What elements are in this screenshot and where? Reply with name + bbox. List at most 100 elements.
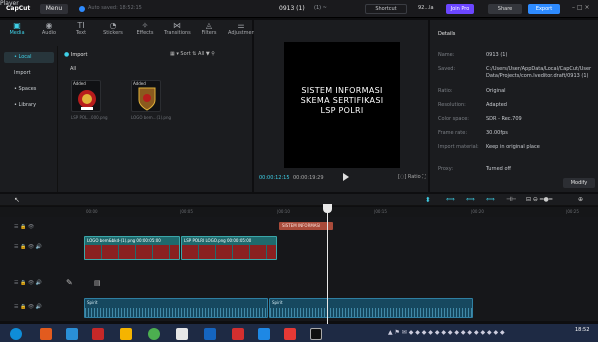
added-badge: Added (73, 81, 86, 86)
media-filename: LOGO bem...(1).png (131, 115, 172, 120)
text-clip[interactable]: SISTEM INFORMASI (279, 222, 333, 230)
shortcut-button[interactable]: Shortcut (365, 4, 407, 14)
audio-clip-spirit-2[interactable]: Spirit (269, 298, 473, 318)
app-icon[interactable] (92, 328, 104, 340)
playhead-handle[interactable] (323, 204, 332, 213)
tab-transitions[interactable]: ⋈ Transitions (164, 21, 191, 37)
tab-text[interactable]: TI Text (68, 21, 94, 37)
filter-all-label: All (70, 66, 77, 72)
player-title: Player (0, 0, 19, 7)
ie-icon[interactable] (66, 328, 78, 340)
split-icon[interactable]: ⊣⊢ (506, 196, 516, 203)
start-icon[interactable] (10, 328, 22, 340)
ruler-label: |00:20 (471, 209, 484, 214)
media-thumb-logo-bem[interactable]: Added (131, 80, 161, 112)
link-icon[interactable]: ⟺ (446, 196, 455, 203)
player-right-controls[interactable]: [◌] Ratio ⛶ (398, 174, 426, 180)
mic-icon[interactable]: ⬍ (425, 196, 431, 204)
snap-icon[interactable]: ⟺ (466, 196, 475, 203)
ruler-label: |00:15 (374, 209, 387, 214)
folder-icon[interactable] (120, 328, 132, 340)
ruler-label: |00:05 (180, 209, 193, 214)
cover-icon[interactable]: ▤ (94, 279, 174, 287)
word-icon[interactable] (204, 328, 216, 340)
zoom-out-icon[interactable]: ⊟ ⊖ ━●━ (526, 196, 552, 203)
clip-label: Spirit (272, 300, 283, 305)
autosave-status: Auto saved: 18:52:15 (88, 5, 142, 11)
preview-screen[interactable] (284, 42, 400, 168)
modify-button[interactable]: Modify (563, 178, 595, 188)
export-button[interactable]: Export (528, 4, 560, 14)
media-tools[interactable]: ▦ ▾ Sort ⇅ All ▼ ⚲ (170, 51, 215, 57)
import-label: Import (70, 52, 88, 58)
sidebar-item-library[interactable]: • Library (4, 100, 54, 111)
tray-icons[interactable]: ▲ ⚑ ✉ ◆ ◆ ◆ ◆ ◆ ◆ ◆ ◆ ◆ ◆ ◆ ◆ ◆ ◆ ◆ (388, 329, 505, 336)
app-icon[interactable] (176, 328, 188, 340)
chrome-icon[interactable] (148, 328, 160, 340)
app-icon[interactable] (284, 328, 296, 340)
media-filename: LSP POL...000.png (71, 115, 108, 120)
tab-effects[interactable]: ✧ Effects (132, 21, 158, 37)
import-button[interactable]: ● Import (64, 51, 87, 58)
sidebar-item-import[interactable]: Import (4, 68, 54, 79)
detail-value: C:/Users/User/AppData/Local/CapCut/User … (486, 66, 592, 79)
tab-stickers[interactable]: ◔ Stickers (100, 22, 126, 37)
media-thumb-lsp[interactable]: Added (71, 80, 101, 112)
detail-key: Name: (438, 52, 455, 58)
ruler-label: |00:10 (277, 209, 290, 214)
title-bar: CapCut Menu Auto saved: 18:52:15 0913 (1… (0, 0, 598, 18)
window-controls[interactable]: – □ × (572, 4, 590, 11)
transitions-icon: ⋈ (173, 21, 181, 30)
user-account[interactable]: 92...la (418, 5, 434, 11)
share-button[interactable]: Share (488, 4, 522, 14)
tab-label: Text (75, 30, 87, 36)
effects-icon: ✧ (141, 21, 149, 30)
preview-axis-icon[interactable]: ⟺ (486, 196, 495, 203)
sidebar-item-spaces[interactable]: • Spaces (4, 84, 54, 95)
tab-media[interactable]: ▣ Media (4, 22, 30, 37)
detail-key: Color space: (438, 116, 469, 122)
join-pro-button[interactable]: Join Pro (446, 4, 474, 14)
tab-audio[interactable]: ◉ Audio (36, 22, 62, 37)
video-clip-logo-bem[interactable]: LOGO bem&bkd-(1).png 00:00:05:00 (84, 236, 180, 260)
sidebar-item-local[interactable]: • Local (4, 52, 54, 63)
tab-label: Adjustment (228, 30, 257, 36)
detail-key: Proxy: (438, 166, 454, 172)
clip-label: LOGO bem&bkd-(1).png 00:00:05:00 (87, 238, 161, 243)
app-icon[interactable] (232, 328, 244, 340)
ratio-dropdown[interactable]: (1) ~ (314, 5, 327, 11)
capcut-taskbar-icon[interactable] (310, 328, 322, 340)
text-icon: TI (77, 21, 85, 30)
tab-label: Effects (136, 30, 154, 36)
select-cursor-icon[interactable]: ↖ (14, 196, 20, 204)
menu-button[interactable]: Menu (40, 4, 68, 14)
preview-text-line1: SISTEM INFORMASI (301, 86, 383, 95)
filters-icon: ◬ (205, 21, 213, 30)
audio-clip-spirit-1[interactable]: Spirit (84, 298, 268, 318)
project-title[interactable]: 0913 (1) (279, 5, 305, 12)
preview-text-line3: LSP POLRI (320, 106, 364, 115)
text-track-controls[interactable]: ☰ 🔒 👁 (14, 224, 94, 230)
autosave-dot-icon (79, 6, 85, 12)
detail-key: Ratio: (438, 88, 453, 94)
tab-filters[interactable]: ◬ Filters (196, 21, 222, 37)
total-time: 00:00:19:29 (293, 175, 324, 181)
preview-text-line2: SKEMA SERTIFIKASI (300, 96, 384, 105)
zoom-in-icon[interactable]: ⊕ (578, 196, 583, 203)
added-badge: Added (133, 81, 146, 86)
video-clip-lsp-polri[interactable]: LSP POLRI LOGO.png 00:00:05:00 (181, 236, 277, 260)
tab-adjustment[interactable]: ⚌ Adjustment (228, 22, 257, 37)
app-icon[interactable] (40, 328, 52, 340)
timeline-toolbar: ↖ ⬍ ⟺ ⟺ ⟺ ⊣⊢ ⊟ ⊖ ━●━ ⊕ (0, 194, 598, 206)
play-icon[interactable] (343, 173, 349, 181)
audio-waveform (85, 308, 267, 317)
details-title: Details (438, 31, 456, 37)
playhead[interactable] (327, 206, 328, 324)
video-track-controls[interactable]: ☰ 🔒 👁 🔊 (14, 244, 94, 250)
tab-label: Filters (201, 30, 217, 36)
zoom-app-icon[interactable] (258, 328, 270, 340)
audio-track-controls[interactable]: ☰ 🔒 👁 🔊 (14, 304, 94, 310)
windows-taskbar (0, 324, 598, 342)
tab-label: Media (9, 30, 25, 36)
detail-value: Keep in original place (486, 144, 540, 150)
